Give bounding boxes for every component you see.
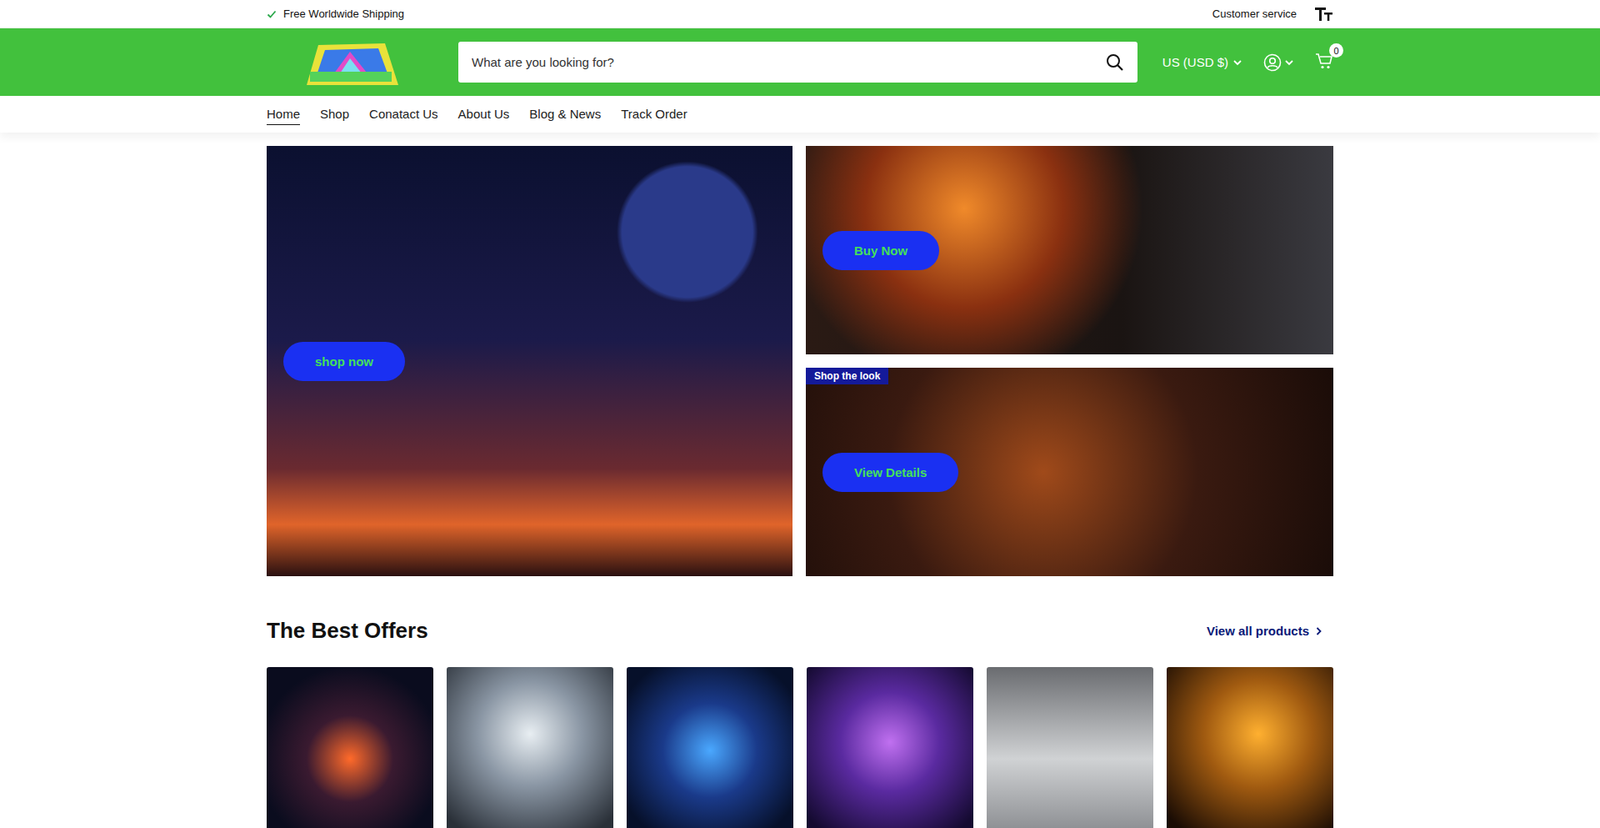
product-card[interactable] [806,666,974,828]
chevron-right-icon[interactable] [1315,626,1322,635]
view-all-link[interactable]: View all products [1206,623,1322,638]
cart[interactable]: 0 [1315,51,1334,73]
product-card[interactable] [446,666,614,828]
product-card[interactable] [626,666,794,828]
nav-item[interactable]: Shop [320,103,350,125]
nav-item[interactable]: Track Order [620,103,687,125]
top-bar: Free Worldwide Shipping Customer service [0,0,1600,29]
chevron-down-icon[interactable] [1285,59,1294,66]
logo[interactable] [298,38,404,87]
view-details-button[interactable]: View Details [822,452,959,492]
section-title: The Best Offers [266,617,429,644]
buy-now-button[interactable]: Buy Now [822,230,940,270]
chevron-down-icon[interactable] [1233,59,1242,66]
header: US (USD $) 0 [0,28,1600,96]
currency-label[interactable]: US (USD $) [1162,55,1229,70]
main-nav: Home Shop Conatact Us About Us Blog & News Tr… [0,95,1600,133]
sprayer-banner[interactable]: Buy Now [805,145,1334,355]
font-size-icon[interactable] [1315,6,1334,22]
view-all-text[interactable]: View all products [1206,623,1310,638]
beam-expander-banner[interactable]: Shop the look View Details [805,367,1334,576]
check-icon [266,9,277,20]
hero-banner[interactable]: shop now [266,145,793,576]
currency-selector[interactable]: US (USD $) [1162,55,1242,70]
product-card[interactable] [986,666,1154,828]
account-menu[interactable] [1263,53,1294,72]
customer-service-link[interactable]: Customer service [1212,7,1297,20]
search-bar [458,41,1138,83]
nav-item[interactable]: Home [266,103,300,125]
search-input[interactable] [471,55,1106,70]
nav-item[interactable]: Conatact Us [369,103,439,125]
search-icon[interactable] [1105,53,1125,72]
nav-item[interactable]: Blog & News [529,103,601,125]
shipping-note: Free Worldwide Shipping [283,7,405,20]
product-card[interactable] [1166,666,1334,828]
shop-now-button[interactable]: shop now [283,341,405,381]
nav-item[interactable]: About Us [458,103,510,125]
user-icon[interactable] [1263,53,1282,72]
product-card[interactable] [266,666,434,828]
cart-count: 0 [1329,43,1344,58]
shop-the-look-badge: Shop the look [805,367,889,385]
